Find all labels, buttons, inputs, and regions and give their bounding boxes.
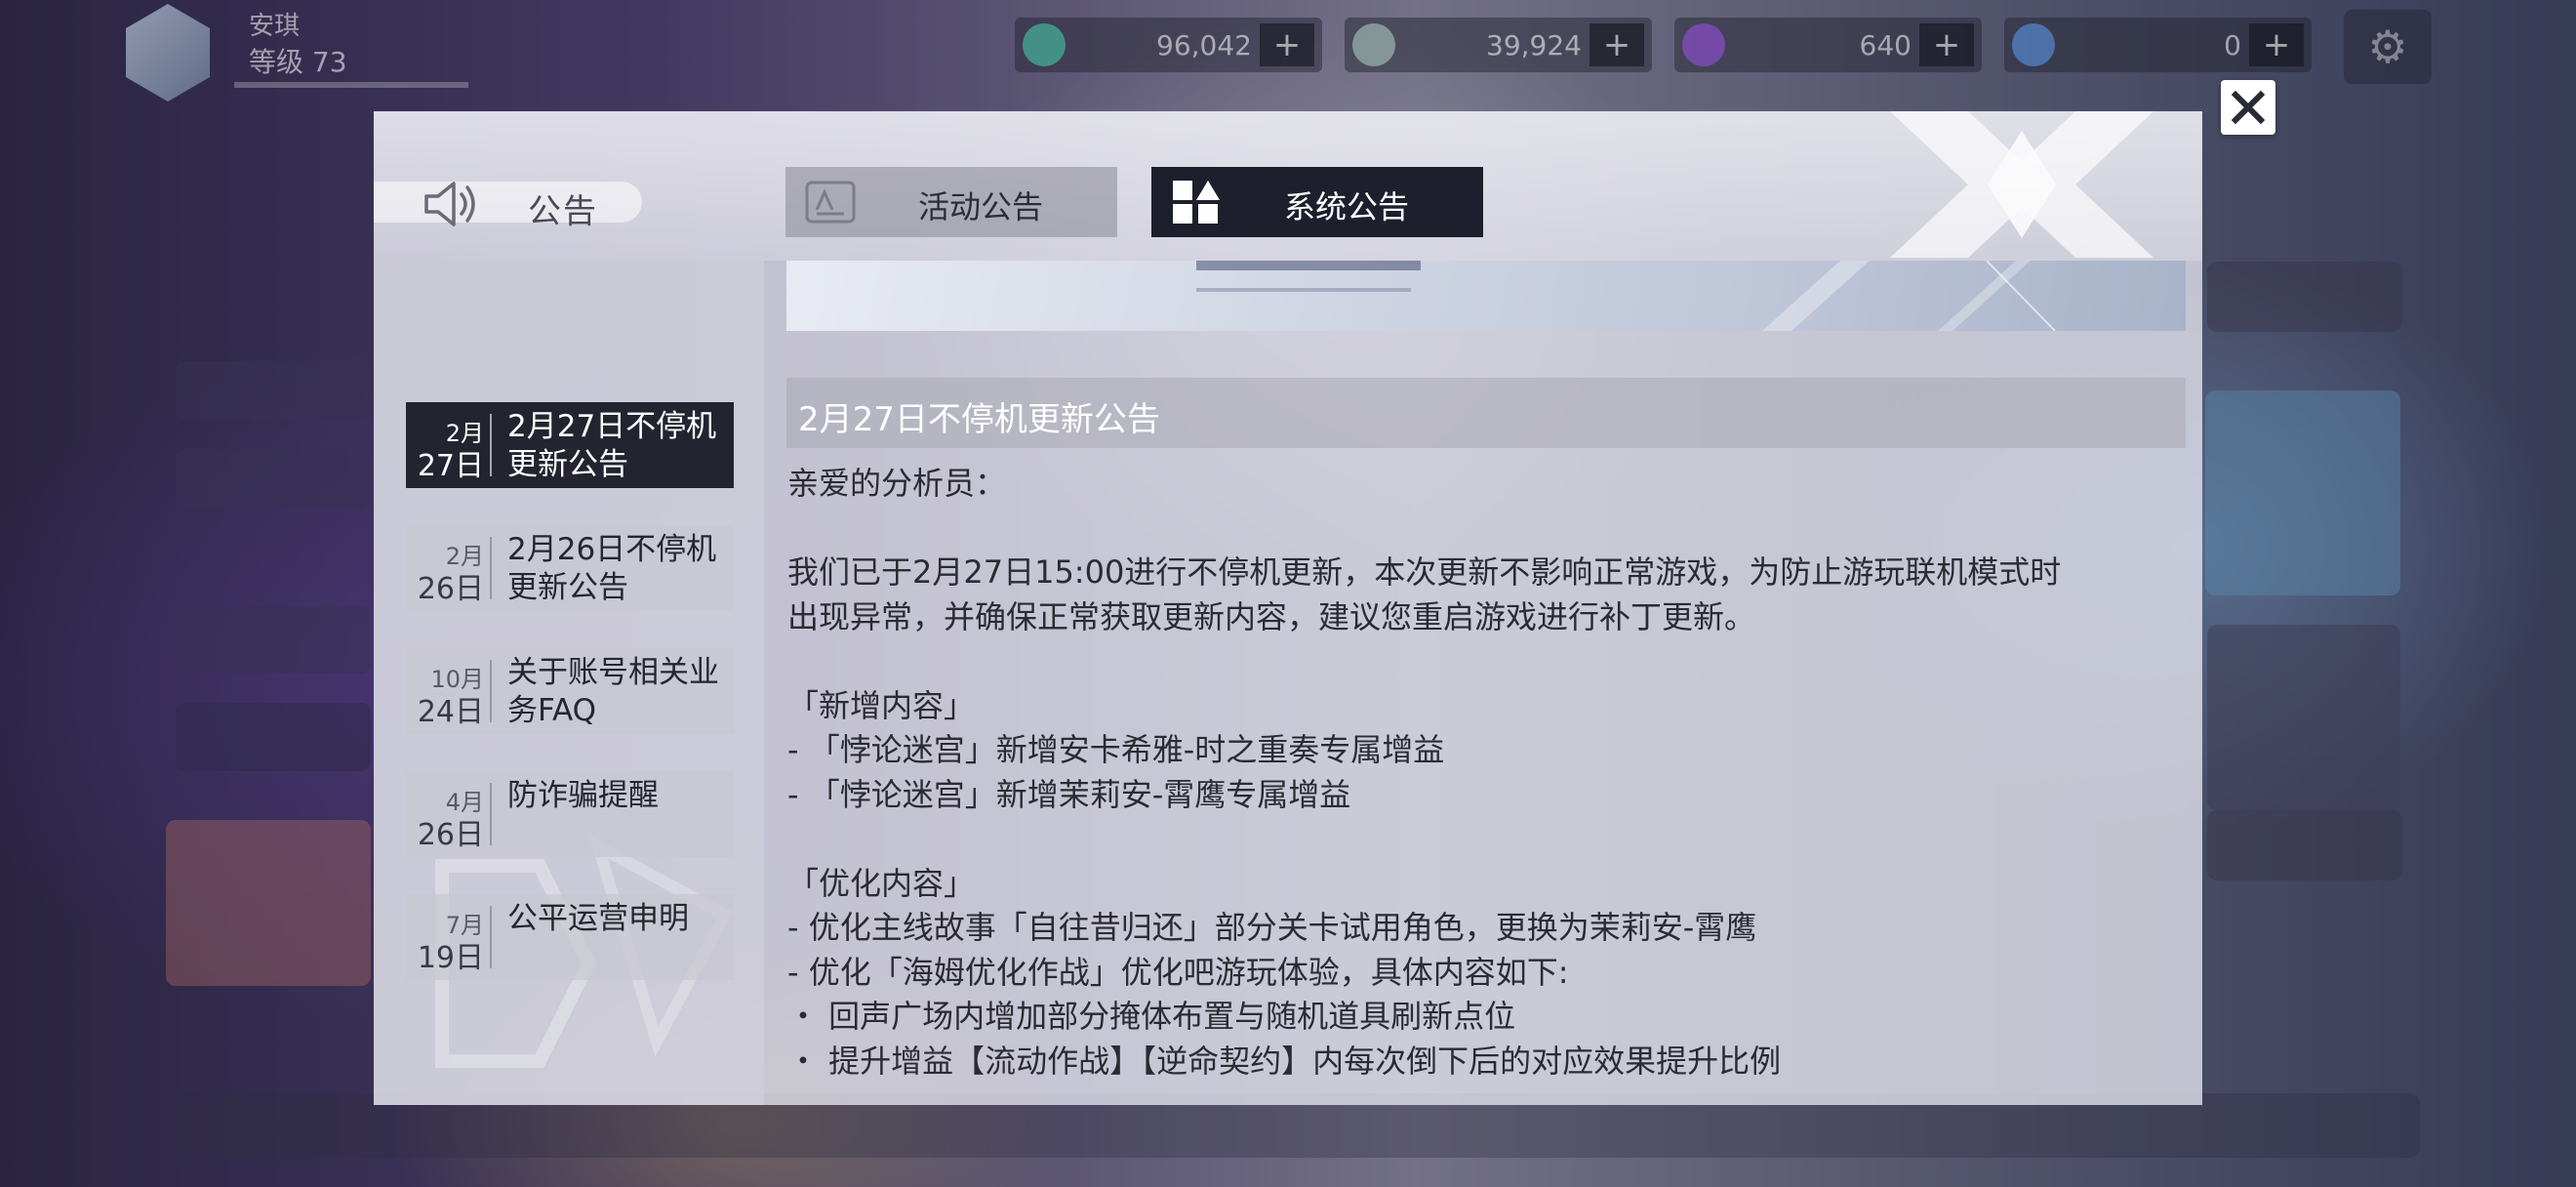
add-purple-ticket-button[interactable]: + [1919,23,1974,66]
article-line: 「新增内容」 [787,686,976,724]
announcement-modal: 公告 活动公告 系统公告 2月 27日 2月27日不停机更新公告 2月 26日 … [374,111,2202,1105]
resource-value: 640 [1859,29,1912,61]
item-divider [490,906,492,968]
speaker-icon [424,182,475,226]
announcement-banner-image [786,261,2186,331]
decorative-x-logo [1890,111,2153,258]
article-line: 出现异常，并确保正常获取更新内容，建议您重启游戏进行补丁更新。 [787,597,1756,635]
article-line [787,817,2193,862]
article-line: - 「悖论迷宫」新增安卡希雅-时之重奏专属增益 [787,731,1445,768]
announcement-content[interactable]: 2月27日不停机更新公告 亲爱的分析员： 我们已于2月27日15:00进行不停机… [764,261,2202,1105]
gear-icon[interactable]: ⚙ [2344,10,2432,84]
resource-coin: 39,924 + [1345,18,1652,72]
purple-ticket-icon [1682,23,1725,66]
item-divider [490,783,492,845]
resource-value: 39,924 [1486,29,1582,61]
article-line: - 优化主线故事「自往昔归还」部分关卡试用角色，更换为茉莉安-霄鹰 [787,909,1757,946]
close-button[interactable] [2221,80,2275,135]
item-title: 2月27日不停机更新公告 [507,409,717,482]
article-line: ・ 回声广场内增加部分掩体布置与随机道具刷新点位 [787,998,1516,1035]
item-day: 26日 [417,818,484,852]
player-level: 等级 73 [249,41,347,80]
article-line [787,639,2193,684]
item-divider [490,414,492,476]
resource-value: 0 [2224,29,2241,61]
tab-label: 活动公告 [917,188,1043,225]
tab-label: 系统公告 [1283,188,1409,225]
banner-decoration [1196,261,2056,331]
item-title: 公平运营申明 [507,901,689,936]
resource-blue-cube: 0 + [2004,18,2312,72]
player-name: 安琪 [249,12,301,41]
article-heading: 2月27日不停机更新公告 [786,378,2186,448]
tab-system-announcements[interactable]: 系统公告 [1151,167,1483,237]
item-day: 27日 [417,449,484,483]
blue-cube-icon [2012,23,2055,66]
item-day: 19日 [417,941,484,975]
list-item[interactable]: 4月 26日 防诈骗提醒 [406,771,734,857]
article-line: 我们已于2月27日15:00进行不停机更新，本次更新不影响正常游戏，为防止游玩联… [787,553,2062,591]
article-line: ・ 提升增益【流动作战】【逆命契约】内每次倒下后的对应效果提升比例 [787,1042,1782,1080]
article-line: - 优化「海姆优化作战」优化吧游玩体验，具体内容如下: [787,953,1569,991]
add-green-crystal-button[interactable]: + [1260,23,1314,66]
item-title: 关于账号相关业务FAQ [507,655,719,728]
item-title: 2月26日不停机更新公告 [507,532,717,605]
article-body: 亲爱的分析员： 我们已于2月27日15:00进行不停机更新，本次更新不影响正常游… [787,462,2193,1084]
add-coin-button[interactable]: + [1590,23,1644,66]
item-day: 24日 [417,695,484,729]
resource-green-crystal: 96,042 + [1015,18,1322,72]
resource-value: 96,042 [1156,29,1252,61]
coin-icon [1352,23,1395,66]
article-line [787,507,2193,552]
item-divider [490,660,492,722]
item-day: 26日 [417,572,484,606]
header-label-bar [374,182,642,223]
article-line: - 「悖论迷宫」新增茉莉安-霄鹰专属增益 [787,775,1351,813]
item-divider [490,537,492,599]
level-label: 等级 [249,46,304,78]
list-item[interactable]: 2月 27日 2月27日不停机更新公告 [406,402,734,488]
article-line: 亲爱的分析员： [787,465,1007,502]
list-item[interactable]: 10月 24日 关于账号相关业务FAQ [406,648,734,734]
resource-purple-ticket: 640 + [1674,18,1982,72]
close-icon [2231,90,2266,125]
exp-bar [234,82,468,88]
green-crystal-icon [1023,23,1066,66]
article-line: 「优化内容」 [787,864,976,902]
announcement-list: 2月 27日 2月27日不停机更新公告 2月 26日 2月26日不停机更新公告 … [374,261,764,1105]
list-item[interactable]: 2月 26日 2月26日不停机更新公告 [406,525,734,611]
list-item[interactable]: 7月 19日 公平运营申明 [406,894,734,980]
item-title: 防诈骗提醒 [507,778,659,813]
modal-title: 公告 [528,192,598,231]
add-blue-cube-button[interactable]: + [2249,23,2304,66]
level-value: 73 [311,46,347,78]
tab-event-announcements[interactable]: 活动公告 [785,167,1117,237]
article-heading-text: 2月27日不停机更新公告 [798,400,1160,439]
